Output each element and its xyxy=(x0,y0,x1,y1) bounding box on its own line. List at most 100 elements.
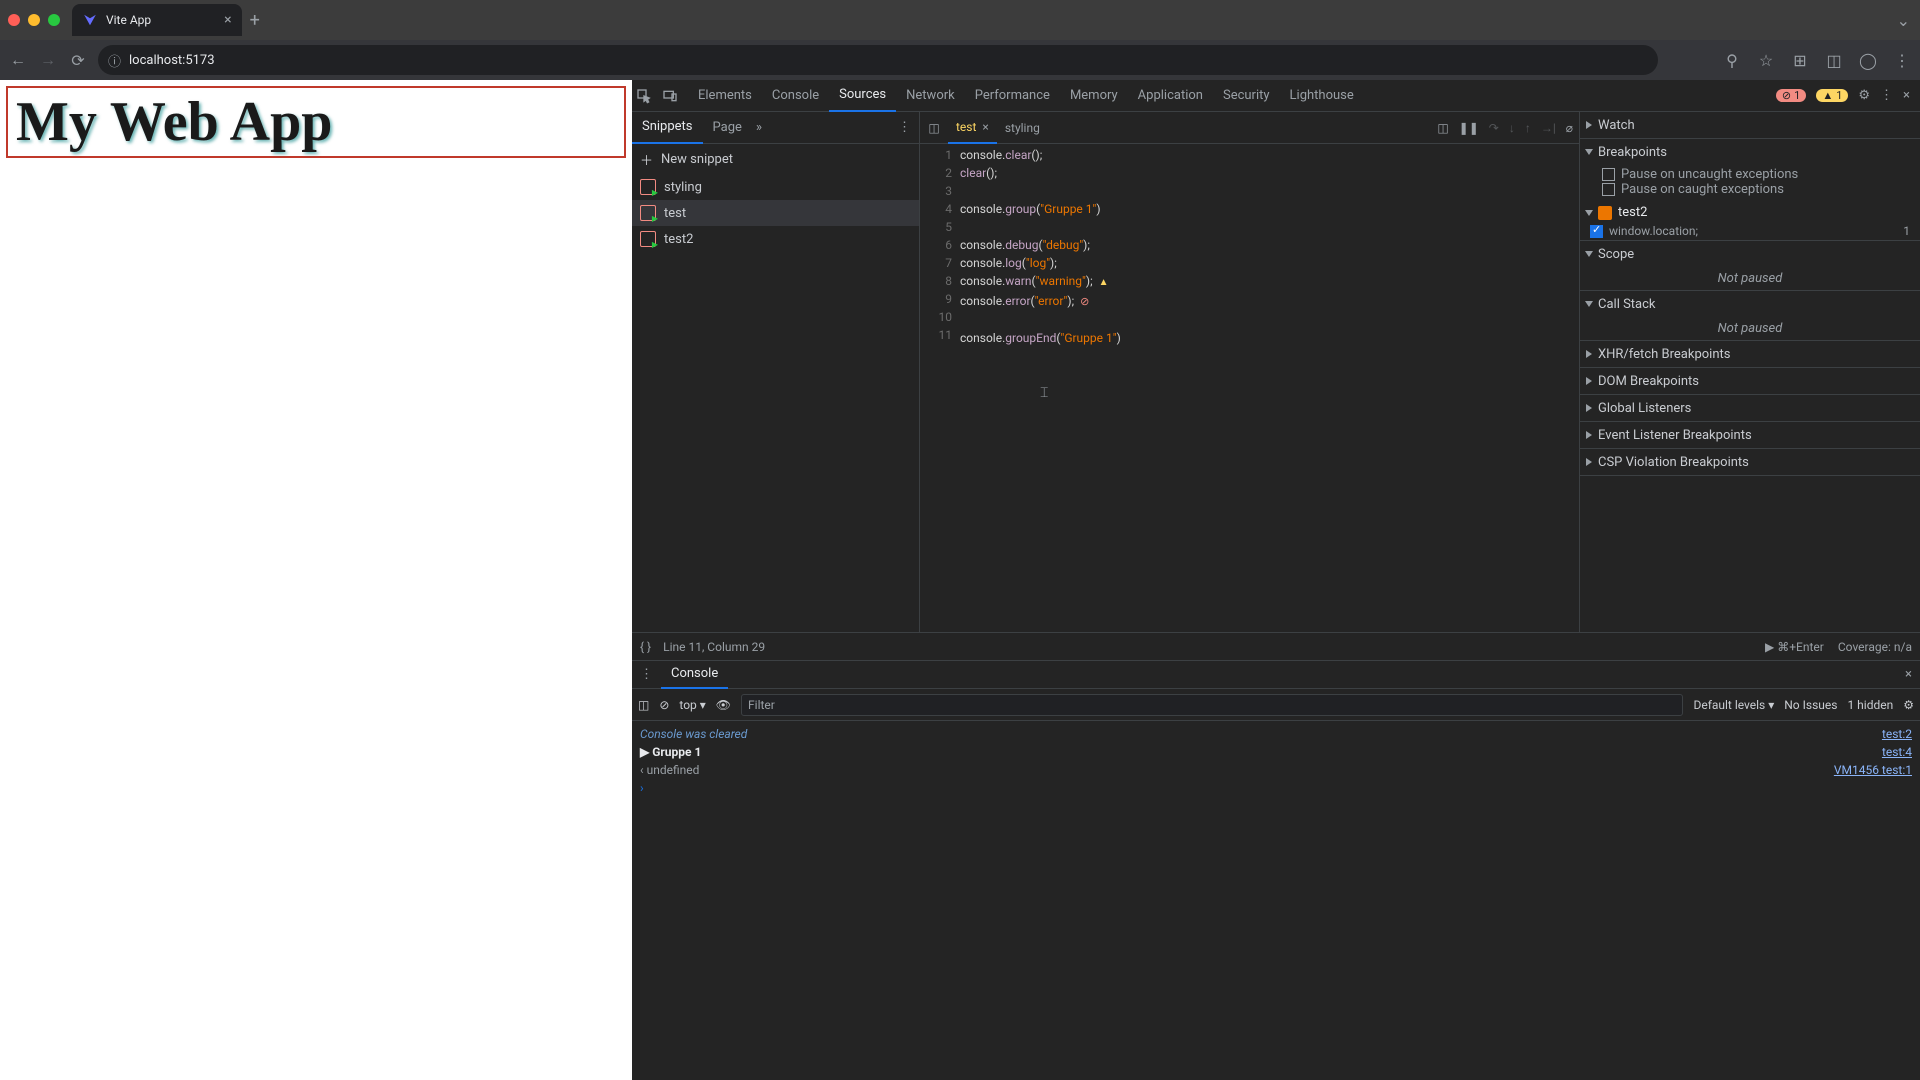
devtools-tab-console[interactable]: Console xyxy=(762,80,829,112)
devtools-tab-memory[interactable]: Memory xyxy=(1060,80,1128,112)
toggle-debug-pane-icon[interactable]: ◫ xyxy=(1437,121,1448,135)
inspect-icon[interactable] xyxy=(636,88,662,104)
minimize-window-icon[interactable] xyxy=(28,14,40,26)
devtools-tab-lighthouse[interactable]: Lighthouse xyxy=(1280,80,1364,112)
navigator-tab-snippets[interactable]: Snippets xyxy=(632,112,703,144)
side-panel-icon[interactable]: ◫ xyxy=(1824,50,1844,70)
drawer-tab-console[interactable]: Console xyxy=(661,661,728,689)
editor-tab-test[interactable]: test × xyxy=(948,112,997,144)
console-row[interactable]: ▶ Gruppe 1test:4 xyxy=(632,743,1920,761)
source-link[interactable]: VM1456 test:1 xyxy=(1834,763,1912,777)
xhr-breakpoints-section[interactable]: XHR/fetch Breakpoints xyxy=(1580,341,1920,367)
log-levels-selector[interactable]: Default levels ▾ xyxy=(1693,698,1774,712)
console-sidebar-icon[interactable]: ◫ xyxy=(638,698,649,712)
devtools-tab-security[interactable]: Security xyxy=(1213,80,1280,112)
event-listener-breakpoints-section[interactable]: Event Listener Breakpoints xyxy=(1580,422,1920,448)
code-line[interactable] xyxy=(960,218,1121,236)
scope-section[interactable]: Scope xyxy=(1580,241,1920,267)
step-icon[interactable]: →| xyxy=(1541,121,1556,135)
devtools-tab-application[interactable]: Application xyxy=(1128,80,1213,112)
snippet-item[interactable]: test xyxy=(632,200,919,226)
step-out-icon[interactable]: ↑ xyxy=(1525,121,1531,135)
warning-count-badge[interactable]: ▲ 1 xyxy=(1816,89,1848,102)
breakpoints-section[interactable]: Breakpoints xyxy=(1580,139,1920,165)
profile-icon[interactable]: ◯ xyxy=(1858,50,1878,70)
devtools-tab-sources[interactable]: Sources xyxy=(829,80,896,112)
error-count-badge[interactable]: ⊘ 1 xyxy=(1776,89,1806,102)
source-link[interactable]: test:4 xyxy=(1882,745,1912,759)
breakpoint-checkbox[interactable] xyxy=(1590,225,1603,238)
source-link[interactable]: test:2 xyxy=(1882,727,1912,741)
close-tab-icon[interactable]: × xyxy=(224,12,231,28)
code-line[interactable]: clear(); xyxy=(960,164,1121,182)
code-area[interactable]: 1234567891011 console.clear();clear(); c… xyxy=(920,144,1579,632)
code-line[interactable] xyxy=(960,311,1121,329)
toggle-navigator-icon[interactable]: ◫ xyxy=(920,121,948,135)
code-line[interactable]: console.log("log"); xyxy=(960,254,1121,272)
address-bar[interactable]: ⓘ localhost:5173 xyxy=(98,45,1658,75)
close-editor-tab-icon[interactable]: × xyxy=(982,120,988,134)
issues-label[interactable]: No Issues xyxy=(1784,698,1837,712)
new-snippet-button[interactable]: ＋ New snippet xyxy=(632,144,919,174)
new-tab-button[interactable]: + xyxy=(250,10,260,31)
run-snippet-button[interactable]: ▶ ⌘+Enter xyxy=(1765,640,1824,654)
console-filter-input[interactable]: Filter xyxy=(741,694,1683,716)
extensions-icon[interactable]: ⊞ xyxy=(1790,50,1810,70)
snippet-item[interactable]: styling xyxy=(632,174,919,200)
drawer-menu-icon[interactable]: ⋮ xyxy=(632,667,661,682)
code-line[interactable]: console.groupEnd("Gruppe 1") xyxy=(960,329,1121,347)
devtools-tab-elements[interactable]: Elements xyxy=(688,80,762,112)
snippet-item[interactable]: test2 xyxy=(632,226,919,252)
editor-tab-styling[interactable]: styling xyxy=(997,112,1048,144)
code-line[interactable]: console.clear(); xyxy=(960,146,1121,164)
device-toolbar-icon[interactable] xyxy=(662,88,688,104)
console-row[interactable]: Console was clearedtest:2 xyxy=(632,725,1920,743)
back-button[interactable]: ← xyxy=(8,50,28,70)
maximize-window-icon[interactable] xyxy=(48,14,60,26)
console-settings-icon[interactable]: ⚙ xyxy=(1903,698,1914,712)
reload-button[interactable]: ⟳ xyxy=(68,50,88,70)
console-prompt[interactable]: › xyxy=(632,779,1920,797)
step-into-icon[interactable]: ↓ xyxy=(1509,121,1515,135)
callstack-section[interactable]: Call Stack xyxy=(1580,291,1920,317)
tabbar-chevron-icon[interactable]: ⌄ xyxy=(1897,11,1910,30)
devtools-tab-network[interactable]: Network xyxy=(896,80,965,112)
forward-button[interactable]: → xyxy=(38,50,58,70)
close-devtools-icon[interactable]: × xyxy=(1903,88,1910,103)
pretty-print-icon[interactable]: { } xyxy=(640,640,651,654)
breakpoint-entry[interactable]: window.location;1 xyxy=(1580,222,1920,240)
navigator-tab-page[interactable]: Page xyxy=(703,112,752,144)
code-line[interactable]: console.warn("warning"); xyxy=(960,272,1121,292)
bookmark-icon[interactable]: ☆ xyxy=(1756,50,1776,70)
code-line[interactable]: console.debug("debug"); xyxy=(960,236,1121,254)
code-line[interactable]: console.group("Gruppe 1") xyxy=(960,200,1121,218)
browser-menu-icon[interactable]: ⋮ xyxy=(1892,50,1912,70)
devtools-menu-icon[interactable]: ⋮ xyxy=(1880,88,1893,103)
code-line[interactable] xyxy=(960,182,1121,200)
code-line[interactable]: console.error("error"); xyxy=(960,292,1121,311)
context-selector[interactable]: top ▾ xyxy=(679,698,705,712)
zoom-icon[interactable]: ⚲ xyxy=(1722,50,1742,70)
close-window-icon[interactable] xyxy=(8,14,20,26)
breakpoint-file[interactable]: test2 xyxy=(1580,203,1920,222)
pause-caught-checkbox[interactable]: Pause on caught exceptions xyxy=(1602,182,1920,197)
dom-breakpoints-section[interactable]: DOM Breakpoints xyxy=(1580,368,1920,394)
pause-uncaught-checkbox[interactable]: Pause on uncaught exceptions xyxy=(1602,167,1920,182)
pause-button[interactable]: ❚❚ xyxy=(1459,121,1479,135)
step-over-icon[interactable]: ↷ xyxy=(1489,121,1499,135)
deactivate-breakpoints-icon[interactable]: ⌀ xyxy=(1566,121,1573,135)
live-expression-icon[interactable]: 👁 xyxy=(716,698,731,712)
close-drawer-icon[interactable]: × xyxy=(1897,667,1920,682)
editor-statusbar: { } Line 11, Column 29 ▶ ⌘+Enter Coverag… xyxy=(632,632,1920,660)
navigator-more-icon[interactable]: » xyxy=(756,120,762,135)
global-listeners-section[interactable]: Global Listeners xyxy=(1580,395,1920,421)
navigator-menu-icon[interactable]: ⋮ xyxy=(890,120,919,135)
console-row[interactable]: ‹ undefinedVM1456 test:1 xyxy=(632,761,1920,779)
watch-section[interactable]: Watch xyxy=(1580,112,1920,138)
site-info-icon[interactable]: ⓘ xyxy=(108,51,121,70)
clear-console-icon[interactable]: ⊘ xyxy=(659,698,669,712)
csp-breakpoints-section[interactable]: CSP Violation Breakpoints xyxy=(1580,449,1920,475)
settings-icon[interactable]: ⚙ xyxy=(1858,88,1870,103)
browser-tab[interactable]: Vite App × xyxy=(72,4,242,36)
devtools-tab-performance[interactable]: Performance xyxy=(965,80,1060,112)
